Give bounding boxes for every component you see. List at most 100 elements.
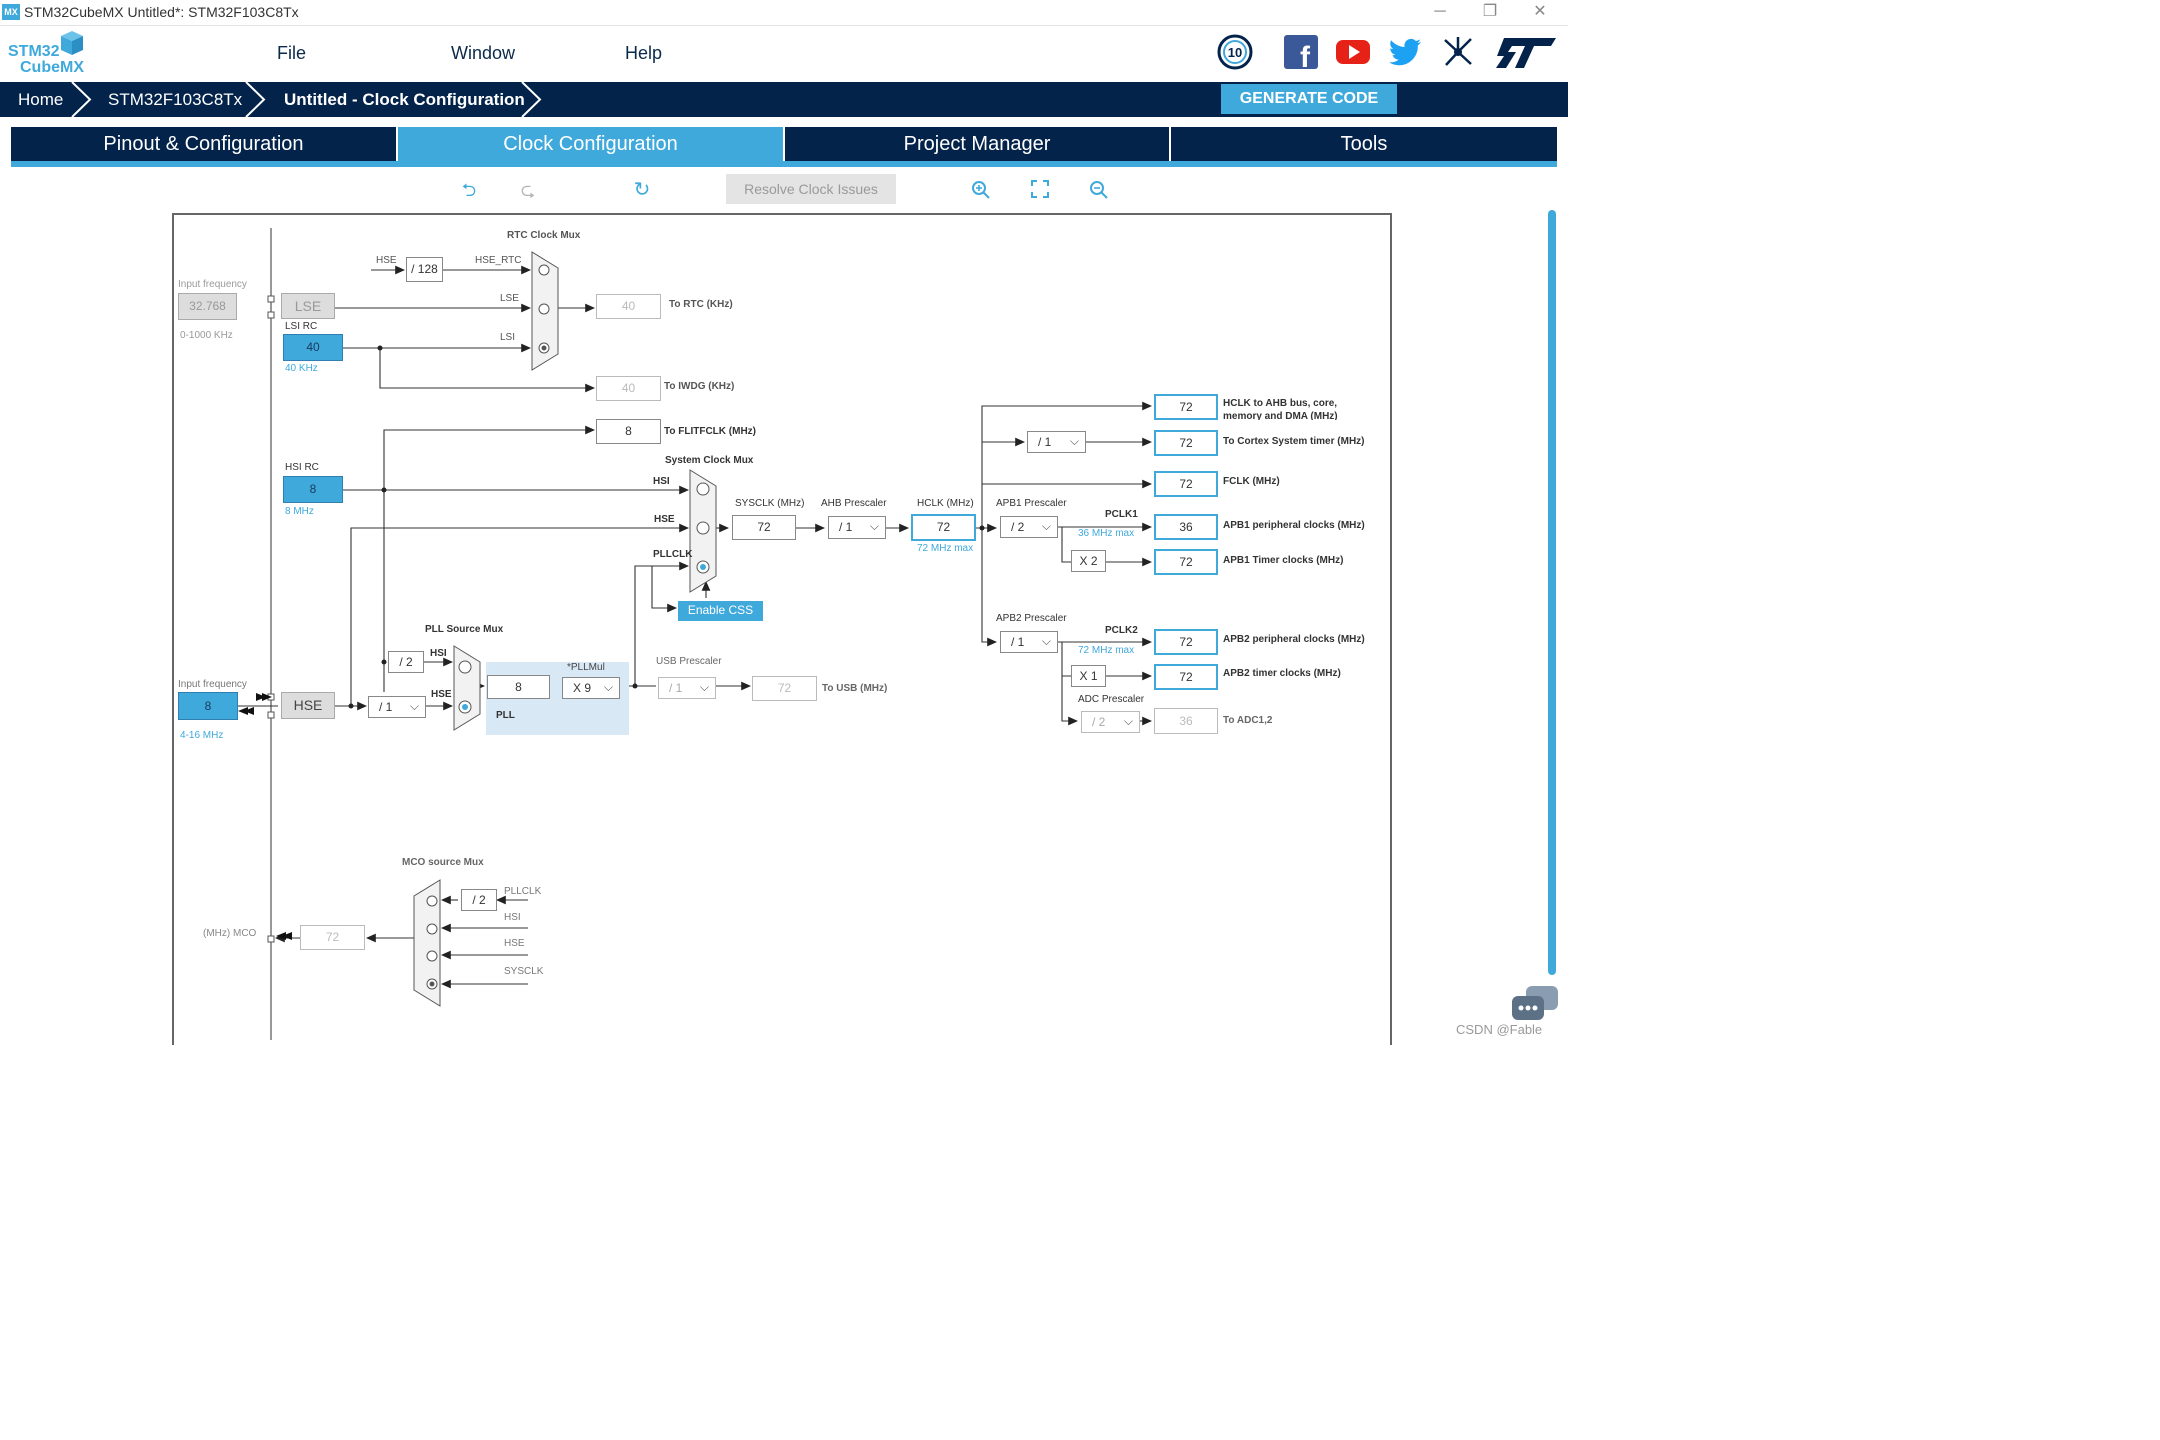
rtc-output-label: To RTC (KHz): [669, 299, 733, 310]
adc-prescaler-label: ADC Prescaler: [1078, 694, 1145, 705]
facebook-icon[interactable]: f: [1283, 34, 1319, 70]
sysmux-hse-label: HSE: [654, 514, 675, 525]
generate-code-button[interactable]: GENERATE CODE: [1221, 84, 1397, 114]
pclk2-max-note: 72 MHz max: [1078, 645, 1135, 656]
pll-src-hsi-label: HSI: [430, 648, 447, 659]
apb2-timer-value[interactable]: 72: [1154, 664, 1218, 690]
enable-css-button[interactable]: Enable CSS: [678, 601, 763, 621]
adc-output-label: To ADC1,2: [1223, 715, 1273, 726]
cortex-timer-label: To Cortex System timer (MHz): [1223, 436, 1365, 447]
adc-prescaler-select[interactable]: / 2: [1081, 711, 1140, 733]
close-icon[interactable]: ✕: [1520, 2, 1560, 22]
menu-file[interactable]: File: [277, 43, 306, 64]
lse-input-field[interactable]: 32.768: [178, 293, 237, 320]
usb-output-label: To USB (MHz): [822, 683, 888, 694]
apb1-peripheral-value[interactable]: 36: [1154, 514, 1218, 540]
tab-pinout[interactable]: Pinout & Configuration: [11, 127, 396, 161]
tab-clock-configuration[interactable]: Clock Configuration: [398, 127, 783, 161]
usb-prescaler-label: USB Prescaler: [656, 656, 722, 667]
pclk1-label: PCLK1: [1105, 509, 1138, 520]
hse-input-field[interactable]: 8: [178, 692, 238, 720]
breadcrumb-home[interactable]: Home: [18, 90, 63, 110]
lsi-rc-value[interactable]: 40: [283, 334, 343, 361]
tab-underline: [11, 161, 1557, 167]
lse-range: 0-1000 KHz: [180, 330, 233, 341]
iwdg-output-label: To IWDG (KHz): [664, 381, 735, 392]
sysmux-pllclk-label: PLLCLK: [653, 549, 693, 560]
zoom-out-icon[interactable]: [1089, 180, 1109, 200]
apb1-timer-value[interactable]: 72: [1154, 549, 1218, 575]
apb2-peripheral-label: APB2 peripheral clocks (MHz): [1223, 634, 1365, 645]
hse-prediv-select[interactable]: / 1: [368, 696, 426, 718]
pclk1-max-note: 36 MHz max: [1078, 528, 1135, 539]
apb1-peripheral-label: APB1 peripheral clocks (MHz): [1223, 520, 1365, 531]
undo-icon[interactable]: ⮌: [457, 178, 481, 202]
mco-output-value: 72: [300, 925, 365, 950]
anniversary-10-icon[interactable]: 10: [1217, 34, 1253, 70]
minimize-icon[interactable]: ─: [1420, 2, 1460, 22]
apb1-prescaler-select[interactable]: / 2: [1000, 516, 1058, 538]
reset-icon[interactable]: ↻: [630, 178, 654, 202]
iwdg-output-value: 40: [596, 376, 661, 401]
fit-to-screen-icon[interactable]: [1031, 180, 1049, 198]
lsi-rc-label: LSI RC: [285, 321, 318, 332]
usb-prescaler-select[interactable]: / 1: [658, 677, 716, 699]
rtc-lsi-label: LSI: [500, 332, 516, 343]
ahb-prescaler-label: AHB Prescaler: [821, 498, 887, 509]
redo-icon[interactable]: ⮎: [516, 178, 540, 202]
zoom-in-icon[interactable]: [971, 180, 991, 200]
network-icon[interactable]: [1440, 34, 1476, 70]
hclk-input[interactable]: 72: [911, 514, 976, 541]
system-clock-mux-title: System Clock Mux: [665, 455, 754, 466]
apb1-timer-multiplier: X 2: [1071, 550, 1106, 572]
mco-source-sysclk: SYSCLK: [504, 966, 544, 977]
pllmul-select[interactable]: X 9: [562, 677, 620, 699]
breadcrumb-mcu[interactable]: STM32F103C8Tx: [108, 90, 242, 110]
rtc-output-value: 40: [596, 294, 661, 319]
hclk-ahb-value[interactable]: 72: [1154, 394, 1218, 420]
hse-range: 4-16 MHz: [180, 730, 224, 741]
app-icon: MX: [2, 4, 20, 20]
twitter-icon[interactable]: [1387, 34, 1423, 70]
lsi-freq-note: 40 KHz: [285, 363, 318, 374]
youtube-icon[interactable]: [1335, 34, 1371, 70]
breadcrumb-current[interactable]: Untitled - Clock Configuration: [284, 90, 525, 110]
window-title: STM32CubeMX Untitled*: STM32F103C8Tx: [24, 4, 299, 20]
apb2-peripheral-value[interactable]: 72: [1154, 629, 1218, 655]
chat-icon[interactable]: [1510, 984, 1560, 1026]
menu-window[interactable]: Window: [451, 43, 515, 64]
pll-src-hse-label: HSE: [431, 689, 452, 700]
menu-help[interactable]: Help: [625, 43, 662, 64]
cortex-timer-value[interactable]: 72: [1154, 430, 1218, 456]
tab-project-manager[interactable]: Project Manager: [785, 127, 1169, 161]
vertical-scrollbar[interactable]: [1548, 210, 1556, 975]
pclk2-label: PCLK2: [1105, 625, 1138, 636]
apb1-prescaler-label: APB1 Prescaler: [996, 498, 1067, 509]
rtc-div128: / 128: [406, 257, 443, 282]
apb2-prescaler-select[interactable]: / 1: [1000, 631, 1058, 653]
pll-input-value: 8: [487, 675, 550, 699]
watermark: CSDN @Fable: [1456, 1022, 1543, 1037]
resolve-clock-issues-button[interactable]: Resolve Clock Issues: [726, 174, 896, 204]
ahb-prescaler-select[interactable]: / 1: [828, 516, 886, 539]
tab-tools[interactable]: Tools: [1171, 127, 1557, 161]
cube-icon: [61, 31, 83, 55]
rtc-lse-label: LSE: [500, 293, 519, 304]
svg-text:10: 10: [1228, 45, 1242, 60]
restore-icon[interactable]: ❐: [1470, 2, 1510, 22]
hse-input-label: Input frequency: [178, 679, 247, 690]
hclk-ahb-label: HCLK to AHB bus, core,: [1223, 398, 1338, 409]
hse-block: HSE: [281, 692, 335, 719]
apb2-timer-label: APB2 timer clocks (MHz): [1223, 668, 1341, 679]
apb2-timer-multiplier: X 1: [1071, 665, 1106, 687]
st-logo-icon[interactable]: [1494, 36, 1558, 70]
mco-output-label: (MHz) MCO: [203, 928, 257, 939]
hclk-ahb-label-line2: memory and DMA (MHz): [1223, 411, 1338, 420]
fclk-value[interactable]: 72: [1154, 471, 1218, 497]
flitfclk-value: 8: [596, 419, 661, 444]
mco-source-hse: HSE: [504, 938, 525, 949]
apb1-timer-label: APB1 Timer clocks (MHz): [1223, 555, 1344, 566]
hsi-rc-value[interactable]: 8: [283, 476, 343, 503]
cortex-timer-divider-select[interactable]: / 1: [1027, 431, 1086, 453]
pll-label: PLL: [496, 710, 515, 721]
